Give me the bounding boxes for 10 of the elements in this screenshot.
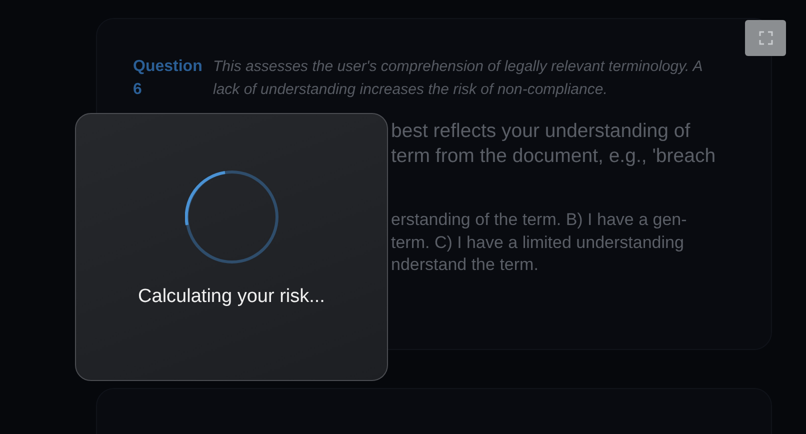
question-text: term from the document, e.g., 'breach: [391, 144, 717, 169]
answer-options-text: erstanding of the term. B) I have a gen-: [391, 209, 688, 231]
question-description: This assesses the user's comprehension of legally relevant terminology. A lack of understanding increases the risk of non-compliance.: [213, 57, 704, 100]
fullscreen-icon: [758, 31, 772, 45]
answer-options-text: term. C) I have a limited understanding: [391, 232, 685, 254]
loading-spinner-icon: [184, 170, 278, 264]
question-text: best reflects your understanding of: [391, 119, 692, 144]
loading-message: Calculating your risk...: [138, 286, 325, 308]
question-label: Question 6: [133, 57, 204, 100]
answer-options-text: nderstand the term.: [391, 254, 540, 276]
